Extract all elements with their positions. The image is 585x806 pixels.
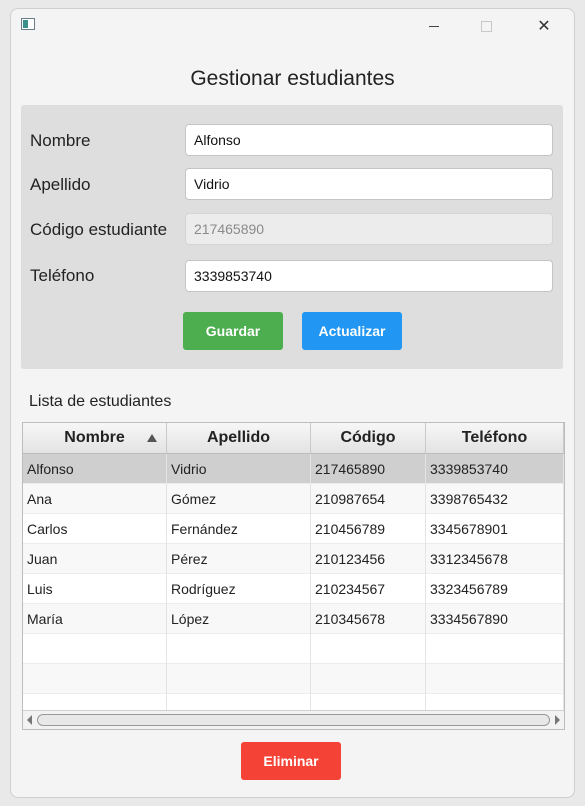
- table-cell: 3398765432: [426, 484, 564, 514]
- telefono-input[interactable]: [185, 260, 553, 292]
- update-button[interactable]: Actualizar: [302, 312, 402, 350]
- apellido-label: Apellido: [30, 175, 91, 194]
- table-cell: 3312345678: [426, 544, 564, 574]
- delete-button[interactable]: Eliminar: [241, 742, 341, 780]
- nombre-input[interactable]: [185, 124, 553, 156]
- table-cell: [167, 634, 311, 664]
- close-button[interactable]: ✕: [521, 13, 567, 39]
- table-cell: 217465890: [311, 454, 426, 484]
- scroll-right-icon[interactable]: [555, 715, 560, 725]
- table-cell: 3334567890: [426, 604, 564, 634]
- table-cell: López: [167, 604, 311, 634]
- page-title: Gestionar estudiantes: [190, 67, 395, 90]
- table-cell: 210345678: [311, 604, 426, 634]
- minimize-icon: [429, 25, 439, 27]
- close-icon: ✕: [537, 18, 551, 35]
- table-cell: Pérez: [167, 544, 311, 574]
- table-cell: Luis: [23, 574, 167, 604]
- scroll-left-icon[interactable]: [27, 715, 32, 725]
- table-row[interactable]: Luis Rodríguez 210234567 3323456789: [23, 574, 564, 604]
- table-cell: [167, 664, 311, 694]
- apellido-input[interactable]: [185, 168, 553, 200]
- app-window-icon: [21, 18, 35, 30]
- student-form: Nombre Apellido Código estudiante Teléfo…: [21, 105, 563, 369]
- table-cell: Ana: [23, 484, 167, 514]
- codigo-input: [185, 213, 553, 245]
- table-cell: 210123456: [311, 544, 426, 574]
- scroll-thumb[interactable]: [37, 714, 550, 726]
- table-row[interactable]: María López 210345678 3334567890: [23, 604, 564, 634]
- column-header-codigo[interactable]: Código: [311, 423, 426, 453]
- table-cell: 3339853740: [426, 454, 564, 484]
- table-cell: [311, 664, 426, 694]
- table-cell: 210987654: [311, 484, 426, 514]
- column-header-nombre[interactable]: Nombre: [23, 423, 167, 453]
- column-header-label: Nombre: [64, 429, 125, 446]
- table-cell: Alfonso: [23, 454, 167, 484]
- list-label: Lista de estudiantes: [29, 393, 172, 410]
- table-cell: [426, 634, 564, 664]
- table-cell: Carlos: [23, 514, 167, 544]
- column-header-label: Código: [340, 429, 396, 446]
- column-header-label: Teléfono: [461, 429, 528, 446]
- table-row[interactable]: Juan Pérez 210123456 3312345678: [23, 544, 564, 574]
- table-body: Alfonso Vidrio 217465890 3339853740 Ana Gómez…: [23, 454, 564, 724]
- table-cell: 3345678901: [426, 514, 564, 544]
- maximize-icon: [480, 20, 492, 32]
- column-header-label: Apellido: [206, 429, 271, 446]
- column-header-apellido[interactable]: Apellido: [167, 423, 311, 453]
- table-row-empty[interactable]: [23, 634, 564, 664]
- sort-ascending-icon: [147, 434, 157, 442]
- table-cell: 210456789: [311, 514, 426, 544]
- table-cell: [426, 664, 564, 694]
- nombre-label: Nombre: [30, 131, 91, 150]
- table-cell: Rodríguez: [167, 574, 311, 604]
- table-row[interactable]: Carlos Fernández 210456789 3345678901: [23, 514, 564, 544]
- table-cell: Gómez: [167, 484, 311, 514]
- table-row-empty[interactable]: [23, 664, 564, 694]
- table-cell: 3323456789: [426, 574, 564, 604]
- table-cell: 210234567: [311, 574, 426, 604]
- maximize-button[interactable]: [463, 13, 509, 39]
- table-cell: [311, 634, 426, 664]
- table-cell: María: [23, 604, 167, 634]
- table-cell: Fernández: [167, 514, 311, 544]
- table-cell: Juan: [23, 544, 167, 574]
- horizontal-scrollbar[interactable]: [23, 710, 564, 729]
- table-row[interactable]: Ana Gómez 210987654 3398765432: [23, 484, 564, 514]
- table-cell: Vidrio: [167, 454, 311, 484]
- minimize-button[interactable]: [411, 13, 457, 39]
- column-header-telefono[interactable]: Teléfono: [426, 423, 564, 453]
- save-button[interactable]: Guardar: [183, 312, 283, 350]
- students-table[interactable]: Nombre Apellido Código Teléfono Alfonso V…: [22, 422, 565, 730]
- table-cell: [23, 664, 167, 694]
- table-cell: [23, 634, 167, 664]
- table-row[interactable]: Alfonso Vidrio 217465890 3339853740: [23, 454, 564, 484]
- app-window: ✕ Gestionar estudiantes Nombre Apellido …: [10, 8, 575, 798]
- table-header: Nombre Apellido Código Teléfono: [23, 423, 564, 454]
- title-bar: ✕: [11, 9, 574, 43]
- codigo-label: Código estudiante: [30, 220, 168, 239]
- telefono-label: Teléfono: [30, 266, 95, 285]
